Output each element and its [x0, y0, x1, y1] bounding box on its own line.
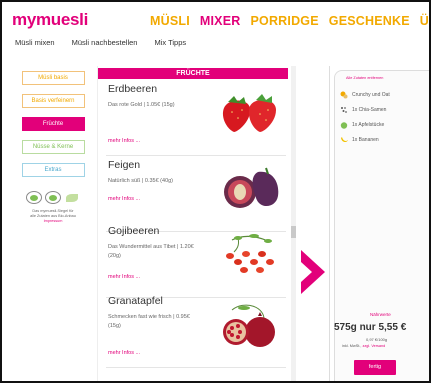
banana-icon: [341, 137, 348, 143]
product-name: Erdbeeren: [108, 83, 158, 95]
subnav-mix-tipps[interactable]: Mix Tipps: [154, 38, 186, 47]
ingredient-label: Crunchy und Oat: [352, 92, 390, 98]
category-header: FRÜCHTE: [98, 68, 288, 79]
product-name: Granatapfel: [108, 295, 163, 307]
ingredient-label: 1x Bananen: [352, 137, 379, 143]
muesli-cup-summary: Alle Zutaten entfernen Crunchy und Oat 1…: [329, 66, 429, 381]
product-item-gojibeeren[interactable]: Gojibeeren Das Wundermittel aus Tibet | …: [106, 222, 286, 298]
browser-frame: mymuesli MÜSLI MIXER PORRIDGE GESCHENKE …: [0, 0, 431, 383]
sidebar-note: Das mymuesli-Siegel für alle Zutaten aus…: [13, 209, 93, 224]
product-name: Feigen: [108, 159, 141, 171]
shipping-link[interactable]: zzgl. Versand: [362, 344, 385, 348]
more-info-link[interactable]: mehr Infos ...: [108, 138, 140, 144]
chia-icon: [341, 107, 347, 113]
nav-porridge[interactable]: PORRIDGE: [250, 14, 318, 28]
unit-price: 0,97 €/100g: [366, 337, 388, 342]
bio-seal-icon: [26, 191, 42, 204]
product-item-granatapfel[interactable]: Granatapfel Schmecken fast wie frisch | …: [106, 292, 286, 368]
nav-mixer[interactable]: MIXER: [200, 14, 241, 28]
remove-all-link[interactable]: Alle Zutaten entfernen: [346, 76, 383, 80]
sub-nav: Müsli mixen Müsli nachbestellen Mix Tipp…: [15, 38, 186, 47]
done-button[interactable]: fertig: [354, 360, 396, 375]
step-muesli-basis[interactable]: Müsli basis: [21, 71, 85, 85]
list-scrollbar-thumb[interactable]: [291, 226, 296, 238]
ingredient-label: 1x Apfelstücke: [352, 122, 385, 128]
subnav-muesli-mixen[interactable]: Müsli mixen: [15, 38, 55, 47]
step-nuesse-kerne[interactable]: Nüsse & Kerne: [21, 140, 85, 154]
total-price: 575g nur 5,55 €: [334, 322, 407, 333]
vat-note: inkl. MwSt., zzgl. Versand: [342, 344, 385, 348]
subnav-nachbestellen[interactable]: Müsli nachbestellen: [72, 38, 138, 47]
leaf-icon: [64, 191, 80, 204]
product-list-panel: FRÜCHTE Erdbeeren Das rote Gold | 1.05€ …: [97, 66, 296, 381]
more-info-link[interactable]: mehr Infos ...: [108, 274, 140, 280]
cup-ingredient: 1x Apfelstücke: [340, 121, 384, 129]
ingredient-label: 1x Chia-Samen: [352, 107, 387, 113]
vat-text: inkl. MwSt.,: [342, 344, 363, 348]
certification-badges: [13, 191, 93, 204]
cup-ingredient: Crunchy und Oat: [340, 91, 390, 99]
product-desc: Natürlich süß | 0.35€ (40g): [108, 178, 174, 184]
nav-ueber-uns[interactable]: ÜBER UN: [420, 14, 429, 28]
product-desc: Das rote Gold | 1.05€ (15g): [108, 102, 175, 108]
eu-bio-icon: [45, 191, 61, 204]
step-extras[interactable]: Extras: [21, 163, 85, 177]
logo[interactable]: mymuesli: [12, 10, 88, 30]
step-fruechte[interactable]: Früchte: [21, 117, 85, 131]
crunchy-icon: [340, 91, 348, 99]
site-header: mymuesli MÜSLI MIXER PORRIDGE GESCHENKE …: [2, 2, 429, 66]
nav-muesli[interactable]: MÜSLI: [150, 14, 190, 28]
goji-icon: [226, 234, 274, 273]
mixer-steps-sidebar: Müsli basis Basis verfeinern Früchte Nüs…: [13, 66, 93, 381]
cup-ingredient: 1x Bananen: [340, 136, 379, 144]
strawberry-icon: [222, 94, 276, 132]
impressum-link[interactable]: Impressum: [13, 219, 93, 224]
step-basis-verfeinern[interactable]: Basis verfeinern: [21, 94, 85, 108]
product-name: Gojibeeren: [108, 225, 160, 237]
nutrition-link[interactable]: Nährwerte: [370, 312, 391, 317]
cup-ingredient: 1x Chia-Samen: [340, 106, 386, 114]
product-item-feigen[interactable]: Feigen Natürlich süß | 0.35€ (40g) mehr …: [106, 156, 286, 232]
product-desc: Das Wundermittel aus Tibet | 1.20€ (20g): [108, 244, 194, 259]
more-info-link[interactable]: mehr Infos ...: [108, 196, 140, 202]
list-scrollbar[interactable]: [291, 66, 296, 381]
fig-icon: [224, 167, 279, 208]
main-nav: MÜSLI MIXER PORRIDGE GESCHENKE ÜBER UN: [150, 14, 429, 28]
pomegranate-icon: [223, 304, 275, 347]
logo-text: mymuesli: [12, 10, 89, 29]
apple-icon: [340, 122, 348, 129]
nav-geschenke[interactable]: GESCHENKE: [329, 14, 410, 28]
product-item-erdbeeren[interactable]: Erdbeeren Das rote Gold | 1.05€ (15g) me…: [106, 80, 286, 156]
more-info-link[interactable]: mehr Infos ...: [108, 350, 140, 356]
product-desc: Schmecken fast wie frisch | 0.95€ (15g): [108, 314, 190, 329]
chevron-right-icon: [301, 250, 325, 294]
